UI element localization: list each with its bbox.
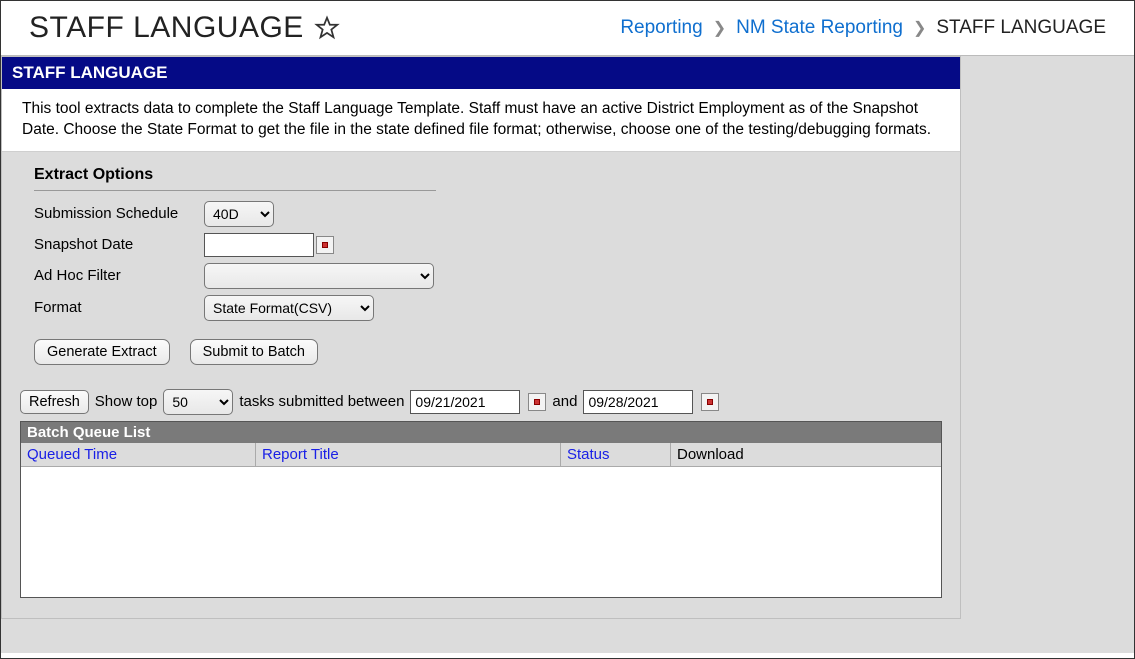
calendar-icon[interactable] bbox=[528, 393, 546, 411]
calendar-icon[interactable] bbox=[701, 393, 719, 411]
label-adhoc-filter: Ad Hoc Filter bbox=[34, 267, 204, 284]
col-queued-time[interactable]: Queued Time bbox=[21, 443, 256, 466]
workarea: STAFF LANGUAGE This tool extracts data t… bbox=[1, 56, 1134, 653]
submit-to-batch-button[interactable]: Submit to Batch bbox=[190, 339, 318, 365]
col-download: Download bbox=[671, 443, 941, 466]
report-panel: STAFF LANGUAGE This tool extracts data t… bbox=[1, 56, 961, 619]
batch-queue-header: Queued Time Report Title Status Download bbox=[21, 443, 941, 467]
col-status[interactable]: Status bbox=[561, 443, 671, 466]
breadcrumb-link-reporting[interactable]: Reporting bbox=[620, 17, 702, 39]
page-title-wrap: STAFF LANGUAGE bbox=[29, 11, 340, 45]
breadcrumb-link-state[interactable]: NM State Reporting bbox=[736, 17, 903, 39]
panel-description: This tool extracts data to complete the … bbox=[2, 89, 960, 152]
chevron-right-icon: ❯ bbox=[713, 18, 726, 38]
select-format[interactable]: State Format(CSV) bbox=[204, 295, 374, 321]
top-bar: STAFF LANGUAGE Reporting ❯ NM State Repo… bbox=[1, 1, 1134, 56]
row-submission-schedule: Submission Schedule 40D bbox=[34, 201, 938, 227]
input-date-to[interactable] bbox=[583, 390, 693, 414]
favorite-star-icon[interactable] bbox=[314, 15, 340, 41]
action-button-row: Generate Extract Submit to Batch bbox=[34, 339, 938, 365]
breadcrumb: Reporting ❯ NM State Reporting ❯ STAFF L… bbox=[620, 17, 1106, 39]
label-submission-schedule: Submission Schedule bbox=[34, 205, 204, 222]
label-and: and bbox=[552, 393, 577, 410]
extract-options: Extract Options Submission Schedule 40D … bbox=[2, 152, 960, 383]
page-title: STAFF LANGUAGE bbox=[29, 11, 304, 45]
extract-options-title: Extract Options bbox=[34, 166, 436, 191]
label-show-top: Show top bbox=[95, 393, 158, 410]
label-tasks-between: tasks submitted between bbox=[239, 393, 404, 410]
select-adhoc-filter[interactable] bbox=[204, 263, 434, 289]
select-submission-schedule[interactable]: 40D bbox=[204, 201, 274, 227]
col-report-title[interactable]: Report Title bbox=[256, 443, 561, 466]
input-date-from[interactable] bbox=[410, 390, 520, 414]
batch-queue-list: Batch Queue List Queued Time Report Titl… bbox=[20, 421, 942, 598]
refresh-button[interactable]: Refresh bbox=[20, 390, 89, 414]
batch-queue-body bbox=[21, 467, 941, 597]
row-format: Format State Format(CSV) bbox=[34, 295, 938, 321]
chevron-right-icon: ❯ bbox=[913, 18, 926, 38]
label-format: Format bbox=[34, 299, 204, 316]
calendar-icon[interactable] bbox=[316, 236, 334, 254]
row-snapshot-date: Snapshot Date bbox=[34, 233, 938, 257]
panel-title: STAFF LANGUAGE bbox=[2, 57, 960, 89]
app-frame: STAFF LANGUAGE Reporting ❯ NM State Repo… bbox=[0, 0, 1135, 659]
input-snapshot-date[interactable] bbox=[204, 233, 314, 257]
batch-queue-title: Batch Queue List bbox=[21, 422, 941, 443]
breadcrumb-current: STAFF LANGUAGE bbox=[936, 17, 1106, 39]
batch-filter-row: Refresh Show top 50 tasks submitted betw… bbox=[2, 383, 960, 421]
select-show-top[interactable]: 50 bbox=[163, 389, 233, 415]
row-adhoc-filter: Ad Hoc Filter bbox=[34, 263, 938, 289]
generate-extract-button[interactable]: Generate Extract bbox=[34, 339, 170, 365]
label-snapshot-date: Snapshot Date bbox=[34, 236, 204, 253]
